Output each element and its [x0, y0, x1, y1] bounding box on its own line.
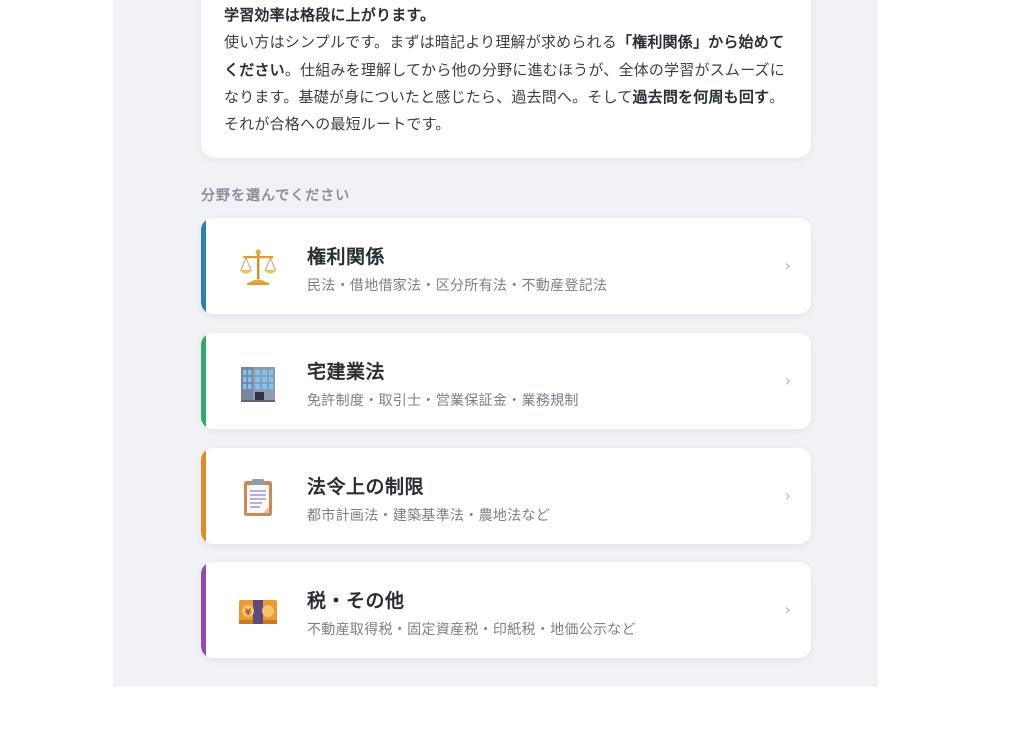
category-accent-bar — [201, 448, 206, 544]
svg-text:¥: ¥ — [245, 608, 252, 618]
category-card-business-law[interactable]: 宅建業法 免許制度・取引士・営業保証金・業務規制 › — [201, 333, 811, 429]
chevron-right-icon: › — [784, 486, 791, 505]
category-accent-bar — [201, 218, 206, 314]
office-building-icon — [241, 367, 275, 402]
category-card-rights[interactable]: 権利関係 民法・借地借家法・区分所有法・不動産登記法 › — [201, 218, 811, 314]
category-title: 宅建業法 — [307, 361, 386, 383]
chevron-right-icon: › — [784, 256, 791, 275]
main-panel: 学習効率は格段に上がります。 使い方はシンプルです。まずは暗記より理解が求められ… — [113, 0, 878, 687]
category-card-tax-other[interactable]: ¥ 税・その他 不動産取得税・固定資産税・印紙税・地価公示など › — [201, 562, 811, 658]
category-title: 法令上の制限 — [307, 476, 425, 498]
intro-paragraph-2: 使い方はシンプルです。まずは暗記より理解が求められる「権利関係」から始めてくださ… — [224, 29, 787, 138]
category-description: 不動産取得税・固定資産税・印紙税・地価公示など — [307, 622, 636, 638]
category-description: 民法・借地借家法・区分所有法・不動産登記法 — [307, 278, 608, 294]
category-description: 都市計画法・建築基準法・農地法など — [307, 508, 551, 524]
section-label: 分野を選んでください — [201, 188, 351, 204]
intro-text: 使い方はシンプルです。まずは暗記より理解が求められる — [224, 33, 617, 52]
chevron-right-icon: › — [784, 600, 791, 619]
intro-paragraph-1: 学習効率は格段に上がります。 — [224, 2, 787, 29]
intro-emphasis: 学習効率は格段に上がります。 — [224, 6, 436, 24]
category-title: 税・その他 — [307, 590, 405, 612]
scales-icon — [239, 249, 277, 286]
category-title: 権利関係 — [307, 246, 386, 268]
category-description: 免許制度・取引士・営業保証金・業務規制 — [307, 393, 579, 409]
chevron-right-icon: › — [784, 371, 791, 390]
clipboard-icon — [244, 479, 272, 516]
yen-banknote-icon: ¥ — [239, 600, 277, 624]
intro-card: 学習効率は格段に上がります。 使い方はシンプルです。まずは暗記より理解が求められ… — [201, 0, 811, 158]
intro-emphasis: 過去問を何周も回す — [632, 87, 770, 106]
category-card-legal-restrictions[interactable]: 法令上の制限 都市計画法・建築基準法・農地法など › — [201, 448, 811, 544]
category-accent-bar — [201, 562, 206, 658]
category-accent-bar — [201, 333, 206, 429]
